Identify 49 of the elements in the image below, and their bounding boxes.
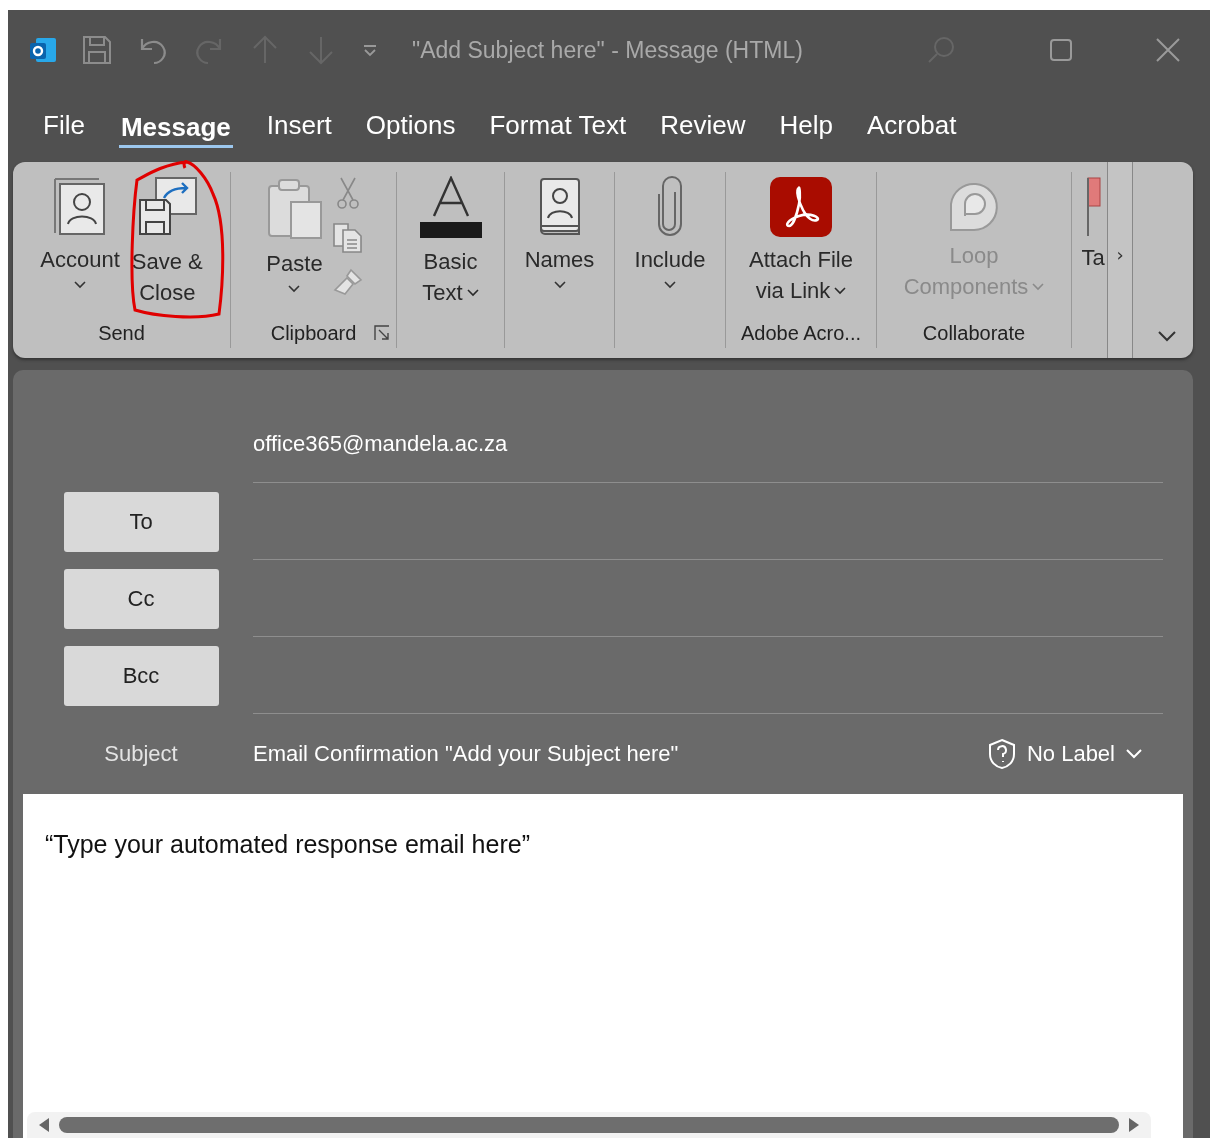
recipient-button[interactable]: Bcc — [63, 645, 219, 706]
dialog-launcher-icon[interactable] — [374, 325, 390, 341]
ribbon-tab[interactable]: Message — [118, 106, 233, 148]
group-label: Collaborate — [922, 321, 1026, 345]
save-icon[interactable] — [80, 33, 114, 67]
copy-icon[interactable] — [330, 222, 365, 254]
chevron-down-icon — [1125, 748, 1143, 760]
scroll-left-icon[interactable] — [37, 1117, 51, 1133]
flag-icon — [1085, 176, 1101, 236]
font-color-icon — [417, 176, 484, 240]
ribbon-tab[interactable]: Insert — [249, 104, 349, 150]
ribbon-tab[interactable]: Acrobat — [849, 104, 974, 150]
message-body[interactable]: “Type your automated response email here” — [23, 794, 1183, 1138]
ribbon-command[interactable]: Paste — [262, 172, 327, 312]
close-icon[interactable] — [1154, 37, 1181, 63]
body-text: “Type your automated response email here” — [45, 830, 531, 859]
subject-label: Subject — [104, 741, 178, 767]
scrollbar-thumb[interactable] — [59, 1117, 1119, 1133]
ribbon-command[interactable]: Save & Close — [129, 172, 205, 312]
ribbon-command[interactable]: Names — [522, 172, 597, 312]
ribbon-scroll-button[interactable]: › — [1107, 162, 1133, 358]
group-label: Send — [98, 321, 145, 345]
ribbon-tab[interactable]: Format Text — [472, 104, 644, 150]
sensitivity-dropdown[interactable]: No Label — [980, 737, 1149, 771]
ribbon-command[interactable]: Include — [632, 172, 708, 312]
maximize-icon[interactable] — [1048, 38, 1073, 62]
ribbon-command[interactable]: Account — [38, 172, 122, 312]
ribbon-tab[interactable]: File — [26, 104, 102, 150]
ribbon-command[interactable]: Attach File via Link — [747, 172, 855, 312]
subject-field[interactable]: Email Confirmation "Add your Subject here" — [253, 741, 679, 767]
ribbon-tab[interactable]: Review — [643, 104, 763, 150]
outlook-logo-icon — [28, 35, 58, 65]
recipient-button[interactable]: To — [63, 491, 219, 552]
ribbon-command[interactable]: Basic Text — [415, 172, 486, 312]
group-label: Clipboard — [270, 321, 357, 345]
ribbon-tab[interactable]: Options — [348, 104, 473, 150]
ribbon-command[interactable]: Ta — [1081, 172, 1105, 312]
scissors-icon[interactable] — [335, 176, 360, 210]
group-label: Adobe Acro... — [740, 321, 862, 345]
window-title: "Add Subject here" - Message (HTML) — [412, 36, 803, 64]
recipient-button[interactable]: Cc — [63, 568, 219, 629]
from-address: office365@mandela.ac.za — [253, 431, 508, 457]
acrobat-icon — [769, 176, 833, 238]
ribbon-tab[interactable]: Help — [762, 104, 850, 150]
collapse-ribbon-icon[interactable] — [1157, 330, 1177, 342]
paperclip-icon — [655, 176, 685, 238]
shield-icon — [986, 738, 1017, 770]
horizontal-scrollbar[interactable] — [27, 1112, 1151, 1138]
scroll-right-icon[interactable] — [1127, 1117, 1141, 1133]
